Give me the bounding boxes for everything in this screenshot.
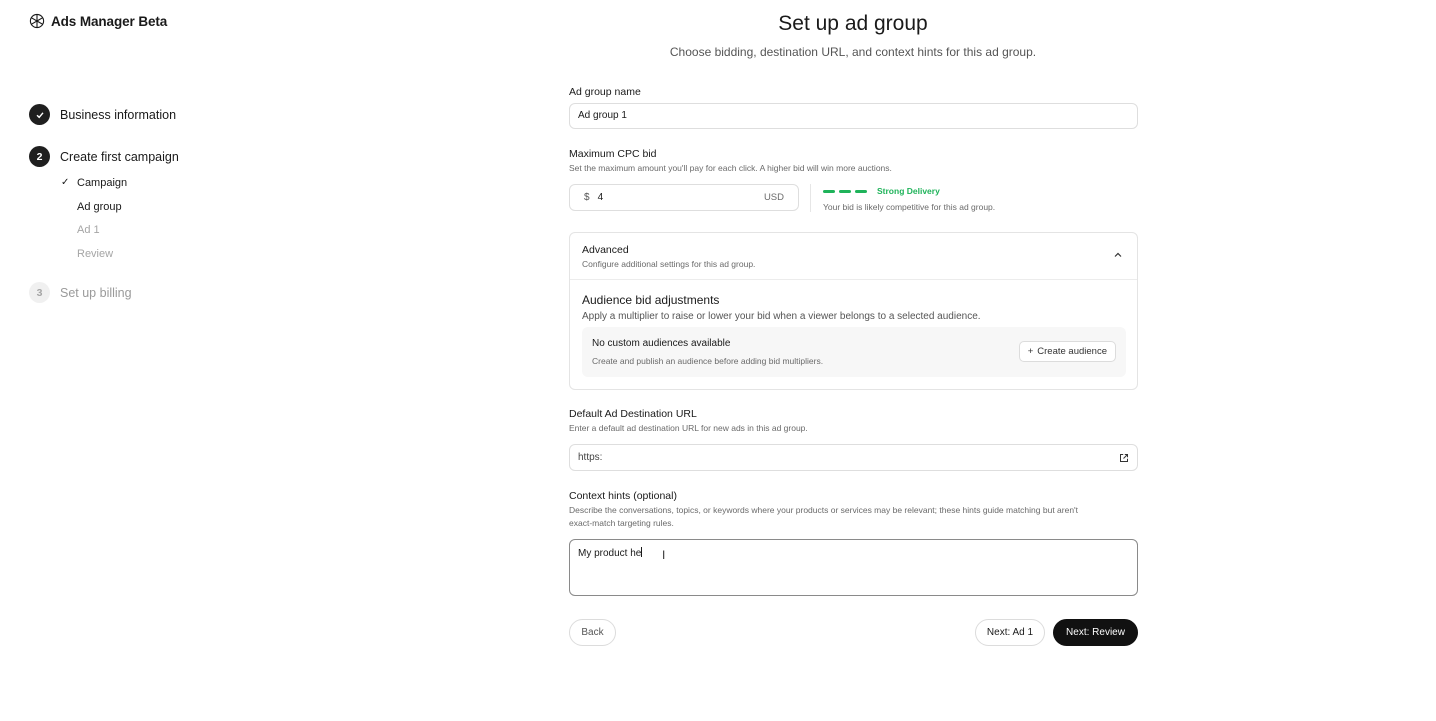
audience-subtitle: Apply a multiplier to raise or lower you… [582, 311, 981, 322]
currency-unit: USD [763, 192, 784, 203]
strength-label: Strong Delivery [877, 186, 940, 196]
step-set-up-billing[interactable]: 3 Set up billing [29, 282, 132, 303]
context-hints-value: My product he [578, 548, 642, 559]
text-caret [641, 547, 643, 557]
step-number: 2 [29, 146, 50, 167]
context-hints-textarea[interactable]: My product he [569, 539, 1138, 596]
divider [810, 184, 811, 212]
destination-url-label: Default Ad Destination URL [569, 408, 697, 420]
strength-bar [839, 189, 851, 193]
empty-subtitle: Create and publish an audience before ad… [592, 356, 824, 366]
ad-group-name-value: Ad group 1 [578, 110, 627, 121]
bid-strength-indicator: Strong Delivery [823, 186, 940, 196]
step-label: Create first campaign [60, 149, 179, 164]
create-audience-label: Create audience [1037, 346, 1107, 357]
plus-icon: + [1027, 346, 1034, 357]
next-ad-button[interactable]: Next: Ad 1 [975, 619, 1045, 646]
step-label: Set up billing [60, 285, 132, 300]
strength-bar [823, 189, 835, 193]
check-icon [29, 104, 50, 125]
substep-ad-1[interactable]: Ad 1 [77, 224, 100, 236]
ad-group-name-label: Ad group name [569, 86, 641, 98]
max-cpc-value: 4 [597, 192, 604, 203]
substep-review[interactable]: Review [77, 248, 113, 260]
page-subtitle: Choose bidding, destination URL, and con… [669, 45, 1037, 59]
chevron-up-icon[interactable] [1112, 249, 1124, 261]
context-hints-help: Describe the conversations, topics, or k… [569, 504, 1129, 530]
strength-help: Your bid is likely competitive for this … [823, 202, 996, 212]
create-audience-button[interactable]: + Create audience [1018, 341, 1116, 362]
check-icon: ✓ [61, 177, 70, 188]
step-label: Business information [60, 107, 177, 122]
step-business-information[interactable]: Business information [29, 104, 176, 125]
advanced-header[interactable]: Advanced Configure additional settings f… [570, 233, 1137, 280]
text-cursor-icon: I [662, 548, 666, 562]
advanced-subtitle: Configure additional settings for this a… [582, 259, 756, 269]
next-review-button[interactable]: Next: Review [1053, 619, 1138, 646]
step-number: 3 [29, 282, 50, 303]
substep-ad-group[interactable]: Ad group [77, 201, 122, 213]
substep-label: Campaign [77, 177, 128, 189]
max-cpc-input[interactable]: $ 4 USD [569, 184, 799, 211]
external-link-icon[interactable] [1119, 453, 1129, 463]
substep-label: Ad 1 [77, 224, 100, 236]
context-hints-help-line: exact-match targeting rules. [569, 518, 674, 528]
destination-url-value: https: [578, 452, 603, 463]
advanced-title: Advanced [582, 244, 629, 256]
ad-group-name-input[interactable]: Ad group 1 [569, 103, 1138, 129]
substep-label: Review [77, 248, 114, 260]
max-cpc-help: Set the maximum amount you'll pay for ea… [569, 163, 892, 173]
currency-symbol: $ [584, 192, 590, 203]
audience-title: Audience bid adjustments [582, 293, 720, 307]
substep-campaign[interactable]: ✓ Campaign [61, 177, 128, 189]
max-cpc-label: Maximum CPC bid [569, 148, 657, 160]
step-create-first-campaign[interactable]: 2 Create first campaign [29, 146, 179, 167]
audience-empty-state: No custom audiences available Create and… [582, 327, 1126, 377]
context-hints-help-line: Describe the conversations, topics, or k… [569, 505, 1079, 515]
empty-title: No custom audiences available [592, 338, 731, 349]
strength-bar [855, 189, 867, 193]
advanced-section: Advanced Configure additional settings f… [569, 232, 1138, 390]
page-title: Set up ad group [778, 12, 928, 35]
destination-url-input[interactable]: https: [569, 444, 1138, 471]
context-hints-label: Context hints (optional) [569, 490, 677, 502]
back-button[interactable]: Back [569, 619, 616, 646]
destination-url-help: Enter a default ad destination URL for n… [569, 423, 808, 433]
substep-label: Ad group [77, 201, 122, 213]
